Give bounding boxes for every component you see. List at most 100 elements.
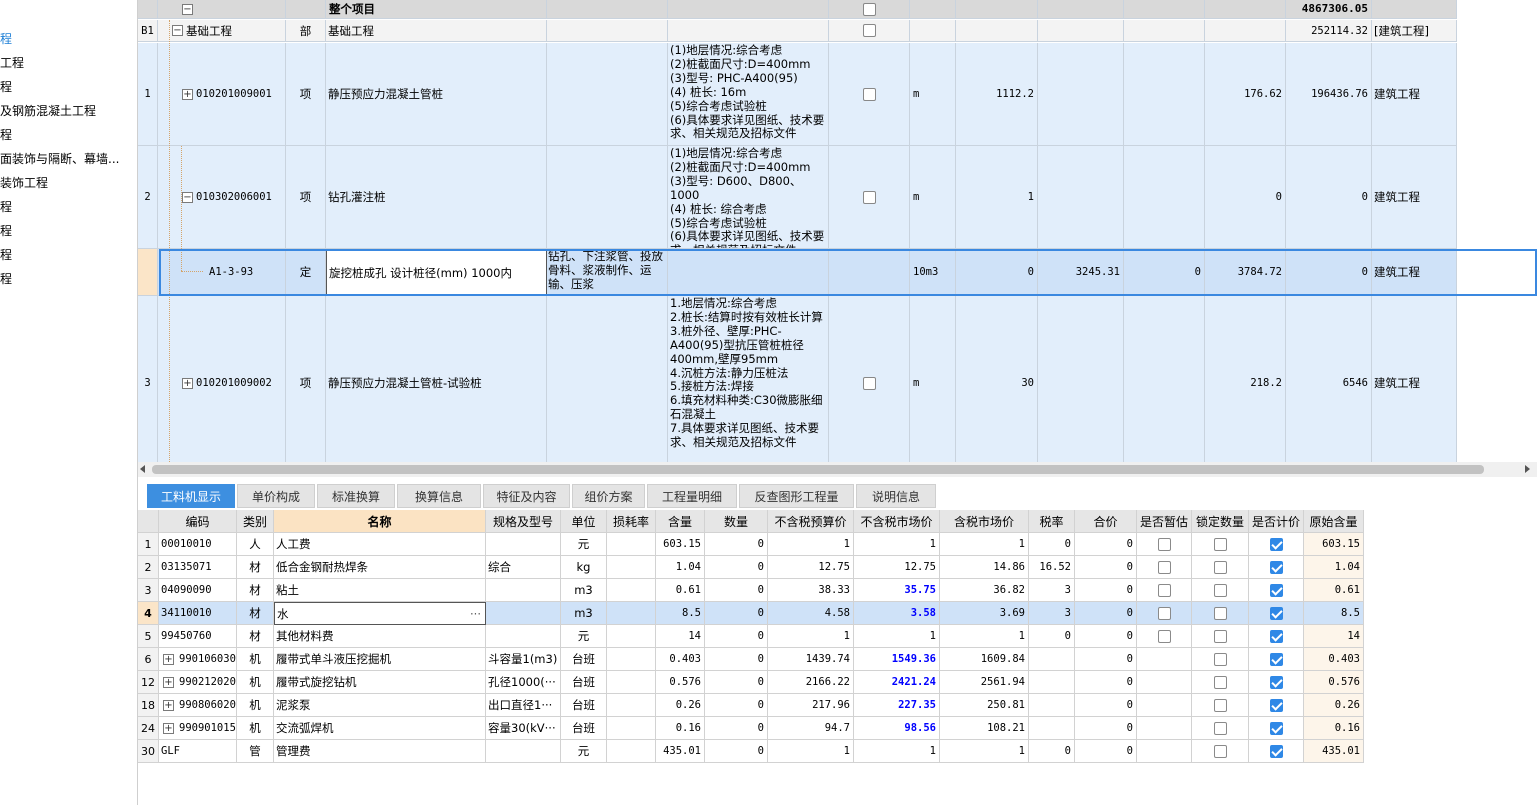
checkbox-lock[interactable] (1213, 744, 1227, 758)
tab-5[interactable]: 组价方案 (572, 484, 645, 508)
column-header-type[interactable]: 类别 (237, 510, 274, 533)
tree-node[interactable]: 程 (0, 272, 12, 286)
cell-market[interactable]: 35.75 (854, 579, 940, 602)
column-header-unit[interactable]: 单位 (561, 510, 607, 533)
scroll-right-arrow[interactable] (1525, 465, 1530, 473)
cell-name[interactable]: 其他材料费 (274, 625, 486, 648)
scrollbar-thumb[interactable] (152, 465, 1484, 474)
cell-priced[interactable] (1249, 671, 1304, 694)
tree-node[interactable]: 及钢筋混凝土工程 (0, 104, 96, 118)
cell-name[interactable]: 履带式单斗液压挖掘机 (274, 648, 486, 671)
cell-spec[interactable]: 综合 (486, 556, 561, 579)
checkbox-priced[interactable] (1269, 629, 1283, 643)
cell-lock[interactable] (1192, 579, 1249, 602)
cell-lock[interactable] (1192, 533, 1249, 556)
cell-qty[interactable]: 0 (705, 717, 768, 740)
cell-name[interactable]: 泥浆泵 (274, 694, 486, 717)
checkbox-priced[interactable] (1269, 606, 1283, 620)
cell-spec[interactable]: 容量30(kV··· (486, 717, 561, 740)
cell-content[interactable]: 0.16 (656, 717, 705, 740)
cell-est[interactable] (1137, 579, 1192, 602)
cell-content[interactable]: 8.5 (656, 602, 705, 625)
ellipsis-button[interactable]: ··· (470, 607, 481, 621)
tab-0[interactable]: 工料机显示 (147, 484, 235, 508)
cell-priced[interactable] (1249, 533, 1304, 556)
tree-node[interactable]: 程 (0, 128, 12, 142)
tree-node[interactable]: 面装饰与隔断、幕墙... (0, 152, 119, 166)
cell-est[interactable] (1137, 625, 1192, 648)
cell-qty[interactable]: 0 (705, 694, 768, 717)
column-header-market[interactable]: 不含税市场价 (854, 510, 940, 533)
checkbox-est[interactable] (1157, 606, 1171, 620)
column-header-taxed[interactable]: 含税市场价 (940, 510, 1029, 533)
tree-node[interactable]: 装饰工程 (0, 176, 48, 190)
cell-content[interactable]: 14 (656, 625, 705, 648)
cell-qty[interactable]: 0 (705, 671, 768, 694)
cell-est[interactable] (1137, 717, 1192, 740)
column-header-qty[interactable]: 数量 (705, 510, 768, 533)
cell-qty[interactable]: 0 (705, 740, 768, 763)
checkbox-priced[interactable] (1269, 744, 1283, 758)
column-header-budget[interactable]: 不含税预算价 (768, 510, 854, 533)
tab-2[interactable]: 标准换算 (317, 484, 395, 508)
cell-priced[interactable] (1249, 717, 1304, 740)
column-header-priced[interactable]: 是否计价 (1249, 510, 1304, 533)
cell-lock[interactable] (1192, 625, 1249, 648)
cell-spec[interactable] (486, 602, 561, 625)
cell-qty[interactable]: 0 (705, 602, 768, 625)
horizontal-scrollbar[interactable] (138, 462, 1537, 477)
cell-market[interactable]: 3.58 (854, 602, 940, 625)
row-checkbox[interactable] (862, 376, 876, 390)
cell-content[interactable]: 0.576 (656, 671, 705, 694)
column-header-rate[interactable]: 税率 (1029, 510, 1075, 533)
row-checkbox[interactable] (862, 24, 876, 37)
cell-market[interactable]: 98.56 (854, 717, 940, 740)
scroll-left-arrow[interactable] (140, 465, 145, 473)
cell-est[interactable] (1137, 671, 1192, 694)
cell-spec[interactable]: 孔径1000(··· (486, 671, 561, 694)
cell-priced[interactable] (1249, 602, 1304, 625)
cell-qty[interactable]: 0 (705, 625, 768, 648)
cell-name[interactable]: 人工费 (274, 533, 486, 556)
cell-lock[interactable] (1192, 556, 1249, 579)
expand-toggle-icon[interactable]: + (163, 699, 174, 711)
cell-lock[interactable] (1192, 740, 1249, 763)
cell-est[interactable] (1137, 602, 1192, 625)
cell-market[interactable]: 1 (854, 625, 940, 648)
tab-6[interactable]: 工程量明细 (647, 484, 737, 508)
cell-spec[interactable] (486, 579, 561, 602)
cell-est[interactable] (1137, 556, 1192, 579)
checkbox-lock[interactable] (1213, 583, 1227, 597)
cell-market[interactable]: 1 (854, 533, 940, 556)
tab-1[interactable]: 单价构成 (237, 484, 315, 508)
cell-spec[interactable] (486, 740, 561, 763)
cell-name[interactable]: 管理费 (274, 740, 486, 763)
cell-name[interactable]: 粘土 (274, 579, 486, 602)
checkbox-est[interactable] (1157, 560, 1171, 574)
cell-priced[interactable] (1249, 740, 1304, 763)
cell-lock[interactable] (1192, 694, 1249, 717)
checkbox-priced[interactable] (1269, 698, 1283, 712)
checkbox-priced[interactable] (1269, 537, 1283, 551)
tab-8[interactable]: 说明信息 (856, 484, 936, 508)
cell-spec[interactable] (486, 625, 561, 648)
column-header-spec[interactable]: 规格及型号 (486, 510, 561, 533)
row-checkbox[interactable] (862, 2, 876, 16)
checkbox-lock[interactable] (1213, 652, 1227, 666)
checkbox-priced[interactable] (1269, 721, 1283, 735)
checkbox-priced[interactable] (1269, 652, 1283, 666)
cell-est[interactable] (1137, 740, 1192, 763)
cell-market[interactable]: 1 (854, 740, 940, 763)
cell-priced[interactable] (1249, 694, 1304, 717)
expand-toggle-icon[interactable]: + (163, 676, 174, 688)
row-checkbox[interactable] (862, 87, 876, 101)
checkbox-priced[interactable] (1269, 560, 1283, 574)
cell-content[interactable]: 0.61 (656, 579, 705, 602)
cell-est[interactable] (1137, 533, 1192, 556)
tab-7[interactable]: 反查图形工程量 (739, 484, 854, 508)
checkbox-est[interactable] (1157, 629, 1171, 643)
tree-node[interactable]: 程 (0, 248, 12, 262)
tree-node[interactable]: 工程 (0, 56, 24, 70)
cell-market[interactable]: 12.75 (854, 556, 940, 579)
cell-lock[interactable] (1192, 602, 1249, 625)
